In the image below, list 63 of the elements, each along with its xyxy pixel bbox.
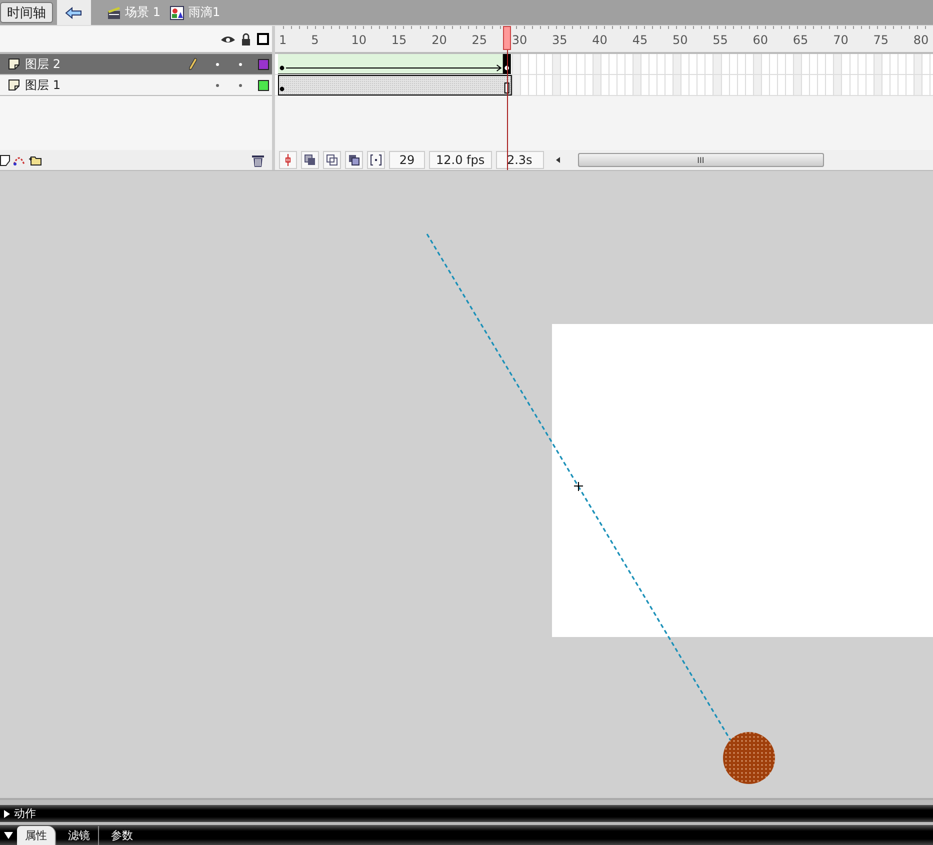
- frame-number: 10: [351, 33, 367, 47]
- lock-icon[interactable]: [241, 32, 251, 46]
- back-button[interactable]: [57, 0, 91, 25]
- multiple-frames-icon: [348, 154, 360, 166]
- symbol-icon: [170, 6, 184, 20]
- panel-tab[interactable]: 滤镜: [60, 826, 99, 845]
- lock-dot[interactable]: [238, 84, 242, 86]
- frame-number: 15: [391, 33, 407, 47]
- frame-number: 30: [512, 33, 528, 47]
- frame-number: 35: [552, 33, 568, 47]
- frame-number: 80: [913, 33, 929, 47]
- lock-dot[interactable]: [238, 62, 242, 66]
- layer-icon: [8, 58, 20, 70]
- elapsed-time-field: 2.3s: [496, 151, 544, 169]
- new-folder-icon[interactable]: [28, 154, 42, 166]
- bracket-markers-icon: [370, 154, 382, 166]
- layer-name: 图层 2: [25, 56, 62, 72]
- frame-number: 75: [873, 33, 888, 47]
- frame-number: 70: [833, 33, 848, 47]
- frame-number: 55: [712, 33, 728, 47]
- motion-guide-icon[interactable]: [12, 154, 26, 166]
- actions-panel-header[interactable]: 动作: [0, 805, 933, 822]
- registration-crosshair: [574, 482, 584, 492]
- panel-title: 动作: [14, 806, 36, 821]
- onion-outline-icon: [326, 154, 338, 166]
- raindrop-ball[interactable]: [723, 732, 775, 784]
- onion-skin-button[interactable]: [301, 151, 319, 169]
- panel-tab[interactable]: 参数: [103, 826, 141, 845]
- layer-icon: [8, 79, 20, 91]
- onion-outline-button[interactable]: [323, 151, 341, 169]
- scroll-left-icon[interactable]: [556, 157, 560, 163]
- frame-number: 5: [311, 33, 319, 47]
- frame-number: 1: [279, 33, 287, 47]
- expanded-arrow-icon: [4, 832, 13, 838]
- left-arrow-icon: [65, 6, 83, 18]
- edit-multiple-frames-button[interactable]: [345, 151, 363, 169]
- clapperboard-icon: [107, 6, 121, 20]
- frame-number: 20: [432, 33, 447, 47]
- current-frame-field: 29: [389, 151, 425, 169]
- frame-number: 60: [752, 33, 768, 47]
- horizontal-scrollbar[interactable]: III: [578, 153, 824, 167]
- layer-name: 图层 1: [25, 76, 62, 94]
- frame-number: 50: [672, 33, 688, 47]
- layer-color-swatch[interactable]: [258, 80, 268, 90]
- frame-number: 65: [792, 33, 808, 47]
- frame-number: 40: [592, 33, 608, 47]
- frame-rate-field: 12.0 fps: [429, 151, 492, 169]
- timeline-button[interactable]: 时间轴: [0, 2, 53, 23]
- frame-number: 45: [632, 33, 648, 47]
- panel-tab[interactable]: 属性: [17, 826, 56, 845]
- visible-dot[interactable]: [216, 84, 218, 86]
- layer-row[interactable]: 图层 2: [0, 54, 272, 75]
- trash-icon[interactable]: [252, 154, 264, 166]
- center-frame-button[interactable]: [279, 151, 297, 169]
- onion-markers-button[interactable]: [367, 151, 385, 169]
- outline-icon[interactable]: [257, 33, 269, 45]
- eye-icon[interactable]: [221, 34, 235, 44]
- layer-color-swatch[interactable]: [258, 58, 268, 70]
- frame-number: 25: [472, 33, 487, 47]
- onion-skin-icon: [304, 154, 316, 166]
- playhead-marker-icon: [284, 154, 292, 166]
- new-layer-icon[interactable]: [0, 154, 10, 166]
- visible-dot[interactable]: [216, 62, 218, 66]
